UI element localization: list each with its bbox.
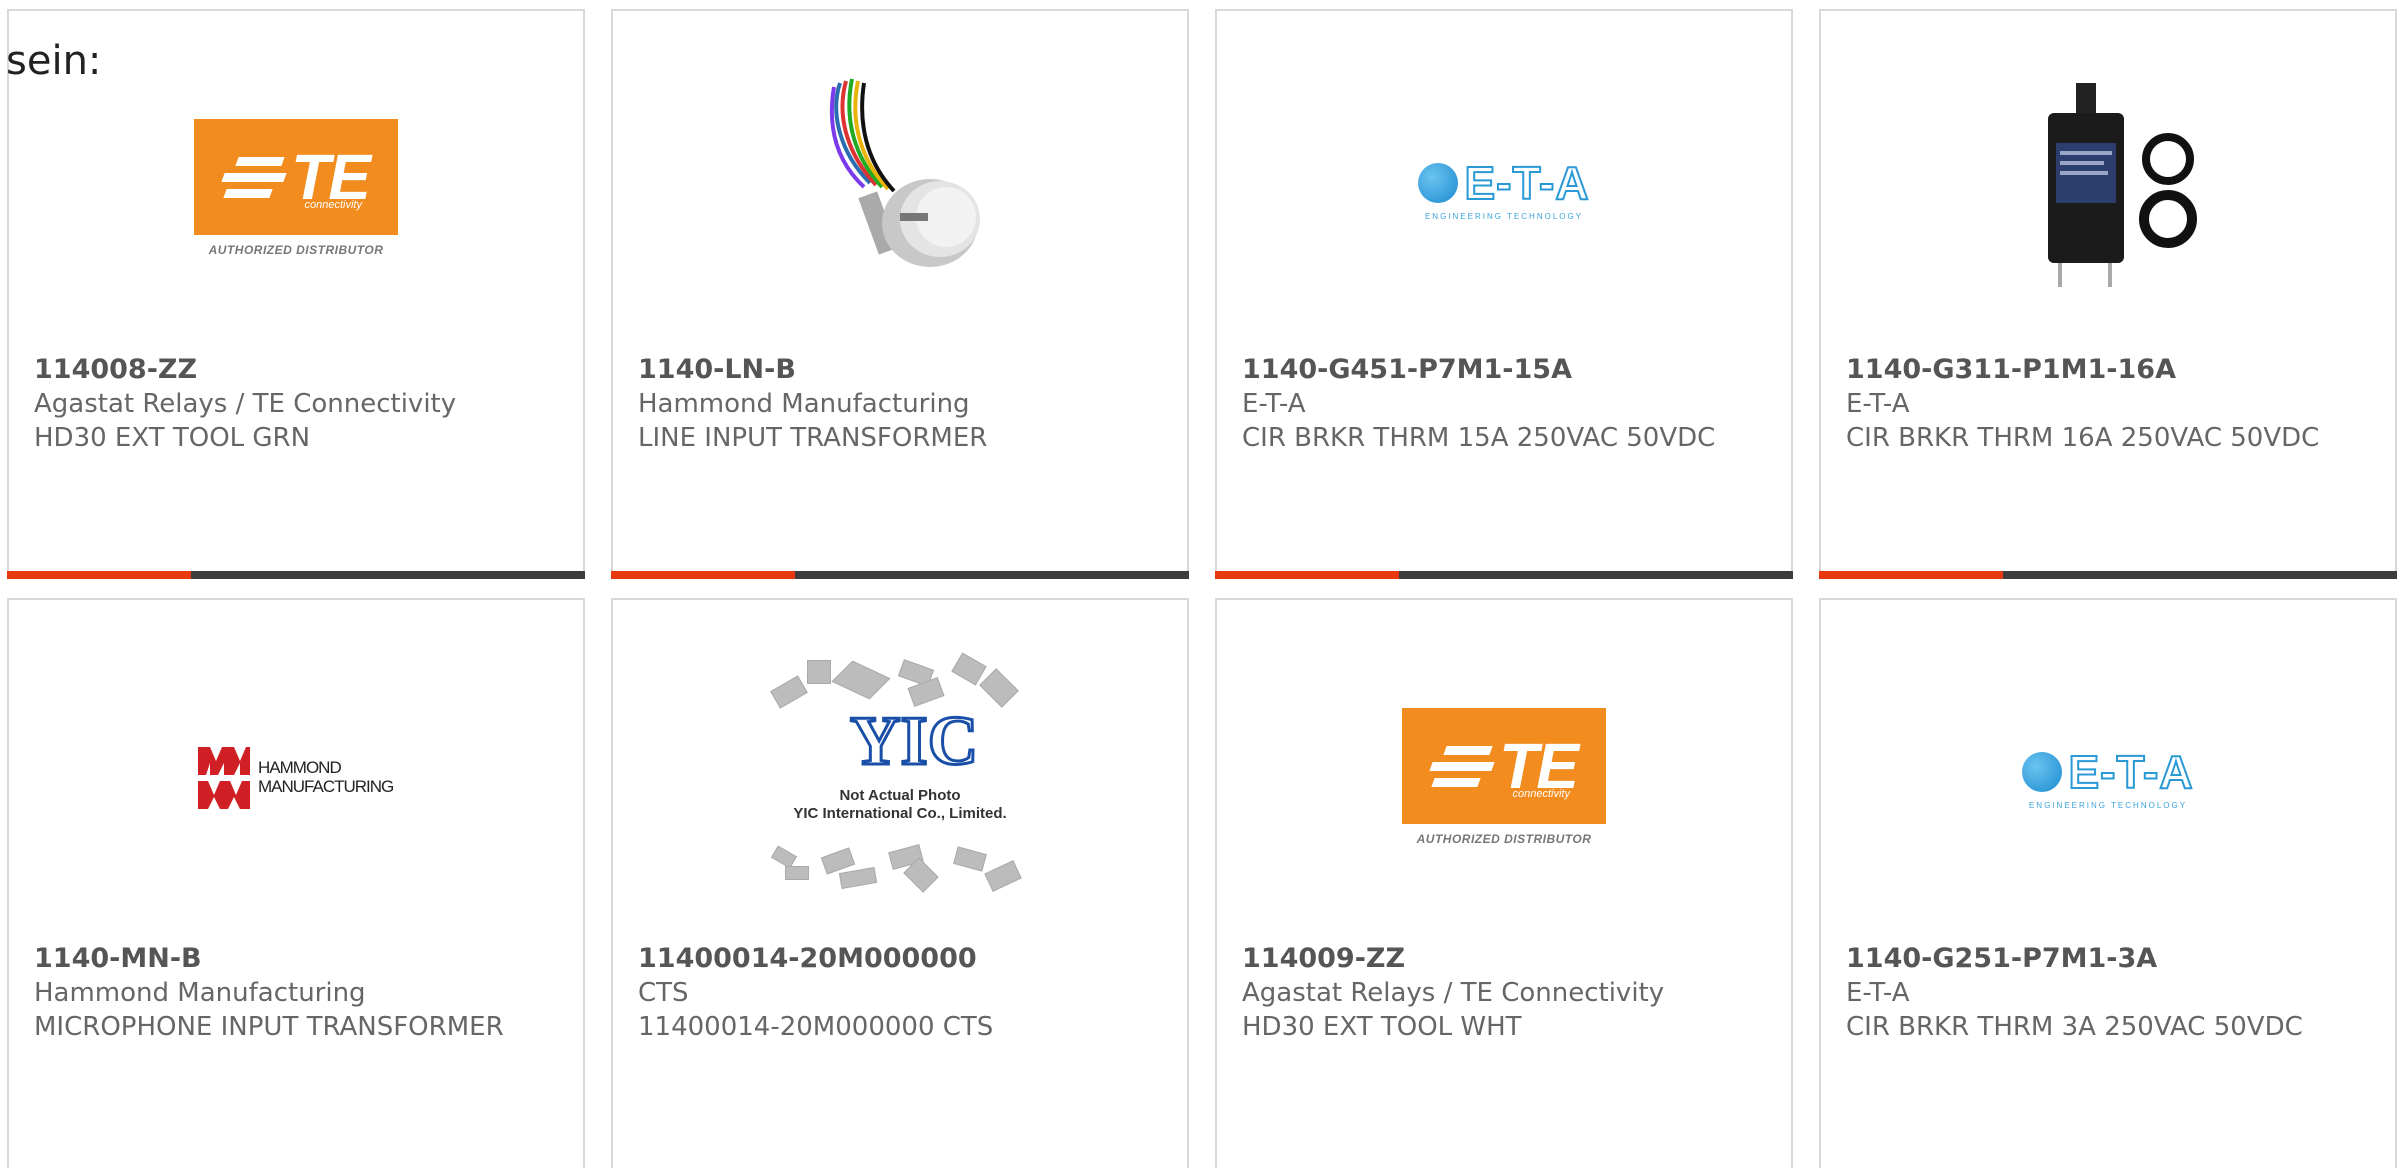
product-grid: sein: TE connectivity AUTHORIZED DISTRIB… <box>0 0 2400 1168</box>
intro-text: sein: <box>6 38 102 84</box>
product-image[interactable] <box>1821 63 2395 313</box>
eta-logo: E-T-A ENGINEERING TECHNOLOGY <box>1404 156 1604 221</box>
card-bottom-bar <box>1819 571 2397 579</box>
circuit-breaker-photo <box>2048 83 2197 287</box>
manufacturer-name: Hammond Manufacturing <box>638 389 970 419</box>
product-description: CIR BRKR THRM 16A 250VAC 50VDC <box>1846 423 2320 453</box>
product-card[interactable]: E-T-A ENGINEERING TECHNOLOGY 1140-G251-P… <box>1819 598 2397 1168</box>
product-image[interactable]: YIC Not Actual Photo YIC International C… <box>613 652 1187 902</box>
manufacturer-name: E-T-A <box>1846 978 1910 1008</box>
manufacturer-name: Agastat Relays / TE Connectivity <box>34 389 457 419</box>
product-card[interactable]: TE connectivity AUTHORIZED DISTRIBUTOR 1… <box>1215 598 1793 1168</box>
manufacturer-name: E-T-A <box>1846 389 1910 419</box>
product-image[interactable]: E-T-A ENGINEERING TECHNOLOGY <box>1217 63 1791 313</box>
card-bottom-bar <box>1215 571 1793 579</box>
te-connectivity-logo: TE connectivity AUTHORIZED DISTRIBUTOR <box>194 119 398 257</box>
product-card[interactable]: TE connectivity AUTHORIZED DISTRIBUTOR 1… <box>7 9 585 579</box>
manufacturer-name: E-T-A <box>1242 389 1306 419</box>
card-bottom-bar <box>7 571 585 579</box>
product-card[interactable]: 1140-G311-P1M1-16A E-T-A CIR BRKR THRM 1… <box>1819 9 2397 579</box>
part-number-link[interactable]: 11400014-20M000000 <box>638 942 1167 976</box>
product-image[interactable]: TE connectivity AUTHORIZED DISTRIBUTOR <box>1217 652 1791 902</box>
product-card[interactable]: YIC Not Actual Photo YIC International C… <box>611 598 1189 1168</box>
part-number-link[interactable]: 114008-ZZ <box>34 353 563 387</box>
product-description: 11400014-20M000000 CTS <box>638 1012 994 1042</box>
product-description: HD30 EXT TOOL WHT <box>1242 1012 1522 1042</box>
te-connectivity-logo: TE connectivity AUTHORIZED DISTRIBUTOR <box>1402 708 1606 846</box>
card-bottom-bar <box>611 571 1189 579</box>
product-card[interactable]: E-T-A ENGINEERING TECHNOLOGY 1140-G451-P… <box>1215 9 1793 579</box>
product-description: LINE INPUT TRANSFORMER <box>638 423 988 453</box>
part-number-link[interactable]: 1140-G311-P1M1-16A <box>1846 353 2375 387</box>
yic-placeholder-image: YIC Not Actual Photo YIC International C… <box>765 652 1035 902</box>
part-number-link[interactable]: 1140-G451-P7M1-15A <box>1242 353 1771 387</box>
product-image[interactable] <box>613 63 1187 313</box>
product-card[interactable]: HAMMOND MANUFACTURING 1140-MN-B Hammond … <box>7 598 585 1168</box>
product-image[interactable]: HAMMOND MANUFACTURING <box>9 652 583 902</box>
part-number-link[interactable]: 1140-LN-B <box>638 353 1167 387</box>
eta-logo: E-T-A ENGINEERING TECHNOLOGY <box>2008 745 2208 810</box>
part-number-link[interactable]: 1140-G251-P7M1-3A <box>1846 942 2375 976</box>
transformer-photo <box>829 78 980 267</box>
product-card[interactable]: 1140-LN-B Hammond Manufacturing LINE INP… <box>611 9 1189 579</box>
product-image[interactable]: E-T-A ENGINEERING TECHNOLOGY <box>1821 652 2395 902</box>
hammond-logo: HAMMOND MANUFACTURING <box>196 741 396 813</box>
part-number-link[interactable]: 1140-MN-B <box>34 942 563 976</box>
product-image[interactable]: TE connectivity AUTHORIZED DISTRIBUTOR <box>9 63 583 313</box>
product-description: CIR BRKR THRM 3A 250VAC 50VDC <box>1846 1012 2303 1042</box>
manufacturer-name: Agastat Relays / TE Connectivity <box>1242 978 1665 1008</box>
manufacturer-name: CTS <box>638 978 689 1008</box>
product-description: MICROPHONE INPUT TRANSFORMER <box>34 1012 504 1042</box>
manufacturer-name: Hammond Manufacturing <box>34 978 366 1008</box>
product-description: HD30 EXT TOOL GRN <box>34 423 311 453</box>
part-number-link[interactable]: 114009-ZZ <box>1242 942 1771 976</box>
product-description: CIR BRKR THRM 15A 250VAC 50VDC <box>1242 423 1716 453</box>
